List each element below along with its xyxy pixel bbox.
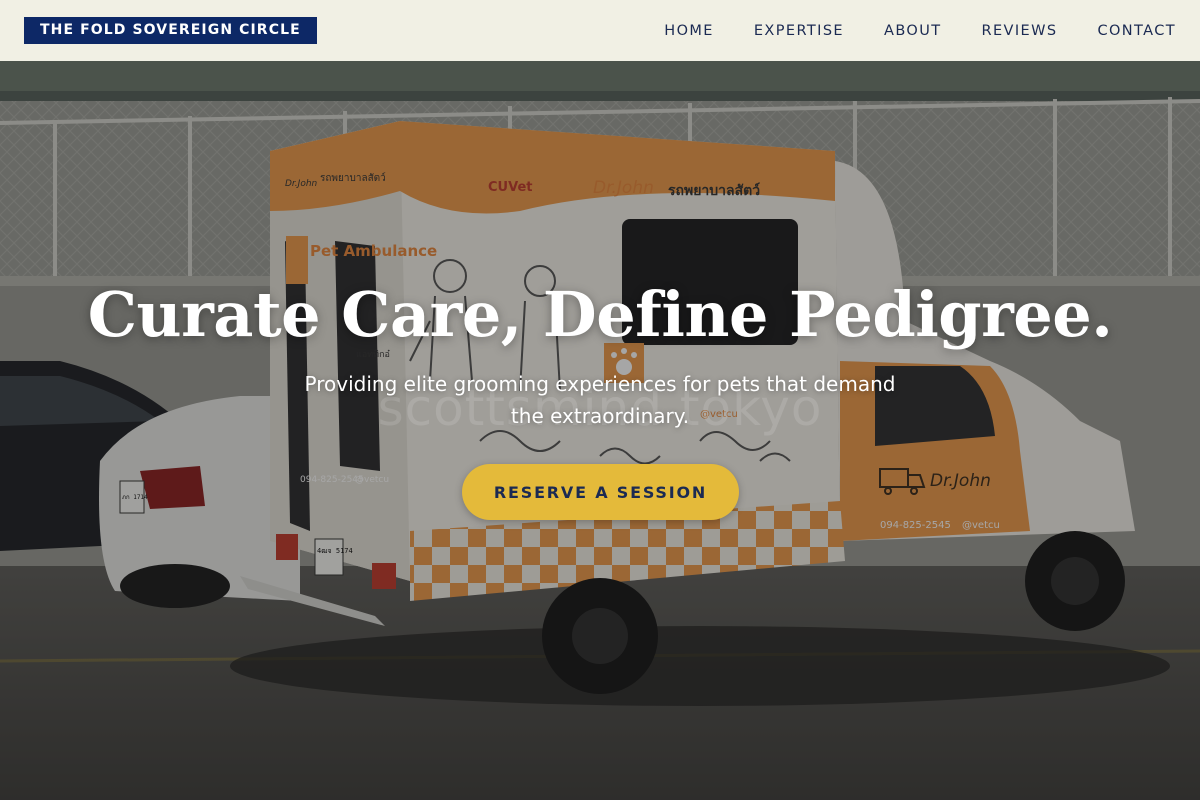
- nav-link-expertise[interactable]: EXPERTISE: [754, 23, 844, 39]
- nav-link-home[interactable]: HOME: [664, 23, 714, 39]
- main-nav: HOME EXPERTISE ABOUT REVIEWS CONTACT: [624, 23, 1176, 39]
- reserve-session-button[interactable]: RESERVE A SESSION: [462, 464, 739, 520]
- hero-section: Dr.John รถพยาบาลสัตว์ CUVet Pet Ambulanc…: [0, 61, 1200, 800]
- nav-link-contact[interactable]: CONTACT: [1097, 23, 1176, 39]
- hero-subtitle: Providing elite grooming experiences for…: [304, 372, 896, 428]
- top-navbar: THE FOLD SOVEREIGN CIRCLE HOME EXPERTISE…: [0, 0, 1200, 61]
- nav-link-about[interactable]: ABOUT: [884, 23, 942, 39]
- hero-title: Curate Care, Define Pedigree.: [87, 278, 1113, 351]
- nav-link-reviews[interactable]: REVIEWS: [982, 23, 1058, 39]
- brand-logo[interactable]: THE FOLD SOVEREIGN CIRCLE: [24, 17, 317, 44]
